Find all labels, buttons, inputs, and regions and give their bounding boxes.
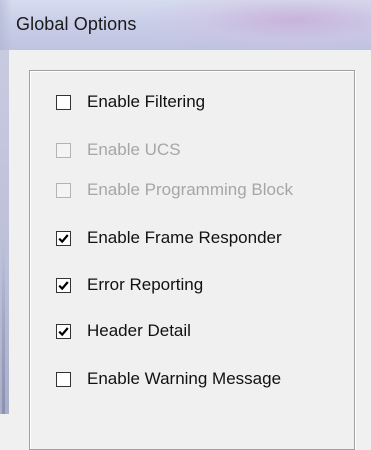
error-reporting-checkbox-row[interactable]: Error Reporting: [56, 273, 203, 297]
checkmark-icon: [58, 326, 69, 336]
title-bar[interactable]: Global Options: [0, 0, 371, 50]
error-reporting-checkbox[interactable]: [56, 277, 71, 293]
enable-ucs-checkbox-row[interactable]: Enable UCS: [56, 138, 181, 162]
enable-warning-message-label: Enable Warning Message: [87, 369, 282, 388]
enable-filtering-checkbox-row[interactable]: Enable Filtering: [56, 90, 205, 114]
error-reporting-label: Error Reporting: [87, 275, 204, 294]
enable-filtering-checkbox[interactable]: [56, 94, 71, 110]
header-detail-label: Header Detail: [87, 321, 191, 340]
enable-ucs-label: Enable UCS: [87, 140, 181, 159]
checkmark-icon: [58, 280, 69, 290]
window-title: Global Options: [16, 14, 137, 34]
options-group-box: [29, 70, 355, 450]
enable-programming-block-label: Enable Programming Block: [87, 180, 293, 199]
enable-ucs-checkbox[interactable]: [56, 142, 71, 158]
enable-programming-block-checkbox-row[interactable]: Enable Programming Block: [56, 178, 293, 202]
window-left-border: [0, 50, 9, 414]
header-detail-checkbox[interactable]: [56, 323, 71, 339]
enable-warning-message-checkbox[interactable]: [56, 371, 71, 387]
enable-frame-responder-checkbox[interactable]: [56, 230, 71, 246]
global-options-dialog: Enable Filtering Enable UCS Enable Progr…: [9, 50, 371, 450]
enable-warning-message-checkbox-row[interactable]: Enable Warning Message: [56, 367, 281, 391]
enable-filtering-label: Enable Filtering: [87, 92, 206, 111]
enable-frame-responder-label: Enable Frame Responder: [87, 228, 282, 247]
enable-programming-block-checkbox[interactable]: [56, 182, 71, 198]
header-detail-checkbox-row[interactable]: Header Detail: [56, 319, 191, 343]
enable-frame-responder-checkbox-row[interactable]: Enable Frame Responder: [56, 226, 282, 250]
checkmark-icon: [58, 233, 69, 243]
